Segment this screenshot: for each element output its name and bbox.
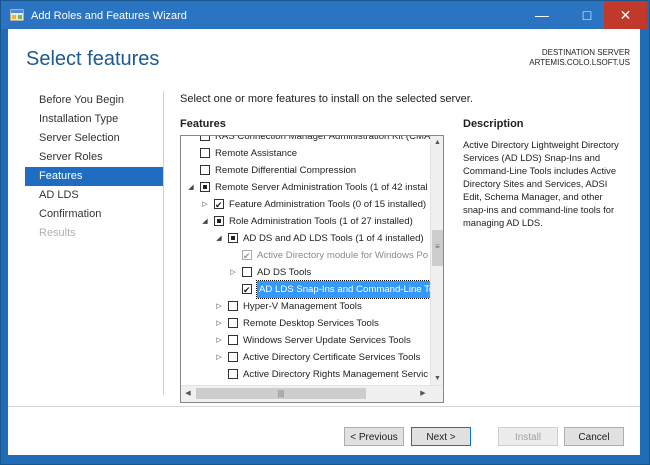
feature-label: Remote Assistance [215,148,298,159]
feature-checkbox[interactable] [200,182,210,192]
feature-label: Role Administration Tools (1 of 27 insta… [229,216,413,227]
expand-arrow-icon[interactable]: ▷ [214,349,224,366]
app-wizard-icon [10,9,24,21]
feature-checkbox[interactable] [228,301,238,311]
nav-item-features[interactable]: Features [25,167,163,186]
features-heading: Features [180,118,226,130]
vertical-scrollbar[interactable]: ▲ ≡ ▼ [430,136,443,385]
feature-label: Active Directory module for Windows Po [257,250,429,261]
collapse-arrow-icon[interactable]: ◢ [186,179,196,196]
close-button[interactable]: ✕ [604,1,647,29]
grip-icon: ≡ [435,242,440,251]
collapse-arrow-icon[interactable]: ◢ [200,213,210,230]
scroll-right-arrow-icon[interactable]: ▶ [416,386,430,402]
nav-divider [163,91,164,395]
feature-label: AD DS Tools [257,267,312,278]
destination-server-label: DESTINATION SERVER [541,48,630,57]
close-icon: ✕ [619,7,632,23]
expand-arrow-icon[interactable]: ▷ [214,332,224,349]
maximize-icon: □ [582,7,592,23]
window-title: Add Roles and Features Wizard [31,10,187,22]
features-tree[interactable]: RAS Connection Manager Administration Ki… [180,135,444,403]
feature-label: Remote Server Administration Tools (1 of… [215,182,428,193]
feature-checkbox[interactable] [200,136,210,141]
feature-label: Feature Administration Tools (0 of 15 in… [229,199,427,210]
maximize-button[interactable]: □ [565,1,609,29]
destination-server-name: ARTEMIS.COLO.LSOFT.US [529,58,630,67]
wizard-client-area: Select features DESTINATION SERVER ARTEM… [8,29,640,455]
expand-arrow-icon[interactable]: ▷ [214,315,224,332]
feature-checkbox[interactable] [228,233,238,243]
description-text: Active Directory Lightweight Directory S… [463,139,619,228]
expand-arrow-icon[interactable]: ▷ [228,264,238,281]
feature-label: RAS Connection Manager Administration Ki… [215,135,431,142]
feature-label: AD LDS Snap-Ins and Command-Line To [255,280,438,299]
feature-checkbox[interactable] [242,267,252,277]
page-title: Select features [26,48,160,70]
feature-label: Remote Differential Compression [215,165,357,176]
collapse-arrow-icon[interactable]: ◢ [214,230,224,247]
feature-checkbox[interactable] [242,282,252,299]
minimize-button[interactable]: — [520,1,564,29]
nav-item-server-roles[interactable]: Server Roles [25,148,163,167]
footer-divider [8,406,640,407]
expand-arrow-icon[interactable]: ▷ [214,298,224,315]
nav-item-confirmation[interactable]: Confirmation [25,205,163,224]
install-button: Install [498,427,558,446]
nav-item-server-selection[interactable]: Server Selection [25,129,163,148]
feature-checkbox[interactable] [228,369,238,379]
feature-label: Hyper-V Management Tools [243,301,362,312]
horizontal-scroll-thumb[interactable]: ||| [196,388,366,399]
description-heading: Description [463,118,524,130]
horizontal-scrollbar[interactable]: ◀ ||| ▶ [181,385,443,402]
feature-label: Active Directory Certificate Services To… [243,352,421,363]
cancel-button[interactable]: Cancel [564,427,624,446]
feature-checkbox[interactable] [200,148,210,158]
vertical-scroll-thumb[interactable]: ≡ [432,230,443,266]
feature-checkbox[interactable] [214,216,224,226]
scroll-left-arrow-icon[interactable]: ◀ [181,386,195,402]
nav-item-installation-type[interactable]: Installation Type [25,110,163,129]
expand-arrow-icon[interactable]: ▷ [200,196,210,213]
minimize-icon: — [535,7,549,23]
wizard-nav: Before You Begin Installation Type Serve… [25,91,163,243]
feature-checkbox[interactable] [200,165,210,175]
scroll-down-arrow-icon[interactable]: ▼ [431,372,443,385]
feature-checkbox [242,248,252,265]
instruction-text: Select one or more features to install o… [180,93,473,105]
scroll-up-arrow-icon[interactable]: ▲ [431,136,443,149]
next-button[interactable]: Next > [411,427,471,446]
feature-checkbox[interactable] [228,335,238,345]
previous-button[interactable]: < Previous [344,427,404,446]
grip-icon: ||| [277,389,285,398]
feature-label: Remote Desktop Services Tools [243,318,379,329]
feature-checkbox[interactable] [228,318,238,328]
feature-checkbox[interactable] [228,352,238,362]
feature-label: AD DS and AD LDS Tools (1 of 4 installed… [243,233,424,244]
feature-label: Active Directory Rights Management Servi… [243,369,429,380]
feature-checkbox[interactable] [214,197,224,214]
nav-item-results: Results [39,227,76,239]
nav-item-before-you-begin[interactable]: Before You Begin [25,91,163,110]
feature-label: Windows Server Update Services Tools [243,335,411,346]
nav-item-ad-lds[interactable]: AD LDS [25,186,163,205]
